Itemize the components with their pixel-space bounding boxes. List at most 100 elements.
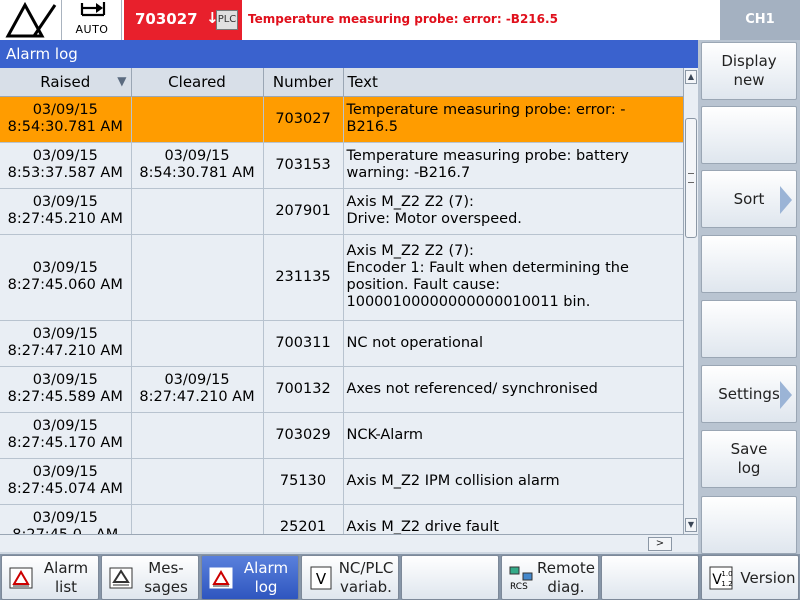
cell-text: Axes not referenced/ synchronised bbox=[343, 366, 683, 413]
cell-cleared bbox=[131, 504, 264, 534]
vertical-softkey-bar: Display new Sort Settings Save log bbox=[698, 40, 800, 554]
cell-number: 703153 bbox=[263, 142, 344, 189]
softkey-label: Alarm log bbox=[243, 559, 289, 596]
cell-raised: 03/09/15 8:27:45.589 AM bbox=[0, 366, 132, 413]
alarm-list-icon bbox=[8, 565, 34, 591]
softkey-save-log[interactable]: Save log bbox=[701, 430, 797, 488]
cell-raised: 03/09/15 8:27:45.074 AM bbox=[0, 458, 132, 505]
svg-text:V: V bbox=[316, 570, 327, 588]
cell-text: Axis M_Z2 drive fault bbox=[343, 504, 683, 534]
cell-text: NC not operational bbox=[343, 320, 683, 367]
cell-cleared bbox=[131, 188, 264, 235]
cell-number: 25201 bbox=[263, 504, 344, 534]
table-row[interactable]: 03/09/15 8:27:45.589 AM 03/09/15 8:27:47.21… bbox=[0, 366, 683, 413]
softkey-label: Save log bbox=[730, 440, 768, 477]
alarm-message: Temperature measuring probe: error: -B21… bbox=[248, 12, 558, 26]
scroll-thumb[interactable] bbox=[685, 118, 697, 238]
header-bar: AUTO 703027 ↓ PLC Temperature measuring … bbox=[0, 0, 800, 40]
softkey-display-new[interactable]: Display new bbox=[701, 42, 797, 100]
softkey-nc-plc-variab[interactable]: V NC/PLC variab. bbox=[301, 555, 399, 600]
cell-text: Temperature measuring probe: error: - B21… bbox=[343, 96, 683, 143]
softkey-empty-4[interactable] bbox=[701, 300, 797, 358]
cell-cleared: 03/09/15 8:27:47.210 AM bbox=[131, 366, 264, 413]
cell-cleared bbox=[131, 412, 264, 459]
cell-number: 700132 bbox=[263, 366, 344, 413]
svg-text:RCS: RCS bbox=[510, 582, 528, 591]
svg-text:1.2: 1.2 bbox=[721, 580, 732, 588]
scroll-down-icon[interactable]: ▼ bbox=[685, 518, 697, 532]
softkey-label: NC/PLC variab. bbox=[338, 559, 394, 596]
table-row[interactable]: 03/09/15 8:54:30.781 AM 703027 Temperature … bbox=[0, 96, 683, 143]
cell-cleared bbox=[131, 96, 264, 143]
mode-indicator: AUTO bbox=[62, 0, 122, 40]
cell-raised: 03/09/158:27:45.0.. AM bbox=[0, 504, 132, 534]
cell-number: 207901 bbox=[263, 188, 344, 235]
channel-indicator[interactable]: CH1 bbox=[720, 0, 800, 40]
table-row[interactable]: 03/09/15 8:27:45.074 AM 75130 Axis M_Z2 IPM… bbox=[0, 458, 683, 505]
variable-icon: V bbox=[308, 565, 334, 591]
cell-number: 75130 bbox=[263, 458, 344, 505]
horizontal-scrollbar[interactable]: > bbox=[0, 534, 698, 552]
alarm-log-icon bbox=[208, 565, 234, 591]
softkey-alarm-log[interactable]: Alarm log bbox=[201, 555, 299, 600]
svg-text:1.0: 1.0 bbox=[721, 570, 732, 578]
softkey-version[interactable]: V 1.0 1.2 Version bbox=[701, 555, 799, 600]
warning-triangle-icon bbox=[5, 1, 57, 38]
softkey-settings[interactable]: Settings bbox=[701, 365, 797, 423]
softkey-label: Remote diag. bbox=[537, 559, 595, 596]
softkey-label: Mes- sages bbox=[144, 559, 188, 596]
column-header-number[interactable]: Number bbox=[263, 68, 344, 97]
column-header-text[interactable]: Text bbox=[343, 68, 683, 97]
version-icon: V 1.0 1.2 bbox=[708, 565, 734, 591]
cell-raised: 03/09/15 8:27:45.210 AM bbox=[0, 188, 132, 235]
table-row[interactable]: 03/09/15 8:53:37.587 AM 03/09/15 8:54:30.78… bbox=[0, 142, 683, 189]
cell-raised: 03/09/15 8:27:45.060 AM bbox=[0, 234, 132, 321]
cell-text: Axis M_Z2 Z2 (7): Encoder 1: Fault when d… bbox=[343, 234, 683, 321]
column-header-raised[interactable]: Raised ▼ bbox=[0, 68, 132, 97]
alarm-log-rows: 03/09/15 8:54:30.781 AM 703027 Temperature … bbox=[0, 96, 683, 534]
remote-diag-icon: RCS bbox=[508, 565, 534, 592]
plc-badge: PLC bbox=[216, 10, 238, 30]
messages-icon bbox=[108, 565, 134, 591]
cell-number: 703027 bbox=[263, 96, 344, 143]
cell-cleared bbox=[131, 458, 264, 505]
submenu-arrow-icon bbox=[780, 381, 792, 409]
cell-number: 231135 bbox=[263, 234, 344, 321]
table-row[interactable]: 03/09/158:27:45.0.. AM 25201Axis M_Z2 dri… bbox=[0, 504, 683, 534]
softkey-empty-3[interactable] bbox=[701, 235, 797, 293]
softkey-label: Alarm list bbox=[43, 559, 89, 596]
table-row[interactable]: 03/09/15 8:27:45.170 AM 703029 NCK-Alarm bbox=[0, 412, 683, 459]
softkey-sort[interactable]: Sort bbox=[701, 170, 797, 228]
softkey-label: Sort bbox=[733, 189, 765, 208]
table-row[interactable]: 03/09/15 8:27:45.210 AM 207901 Axis M_Z2 Z2… bbox=[0, 188, 683, 235]
column-header-cleared[interactable]: Cleared bbox=[131, 68, 264, 97]
cell-number: 700311 bbox=[263, 320, 344, 367]
softkey-empty-7[interactable] bbox=[701, 496, 797, 554]
cell-cleared: 03/09/15 8:54:30.781 AM bbox=[131, 142, 264, 189]
active-alarm-indicator[interactable]: 703027 ↓ PLC bbox=[124, 0, 242, 40]
cell-text: Temperature measuring probe: battery warn… bbox=[343, 142, 683, 189]
softkey-alarm-list[interactable]: Alarm list bbox=[1, 555, 99, 600]
alarm-log-table: Raised ▼ Cleared Number Text 03/09/15 8:54… bbox=[0, 68, 683, 534]
scroll-right-icon[interactable]: > bbox=[648, 537, 672, 551]
panel-title: Alarm log bbox=[0, 40, 698, 68]
softkey-empty-6[interactable] bbox=[601, 555, 699, 600]
softkey-empty-4[interactable] bbox=[401, 555, 499, 600]
softkey-label: Settings bbox=[718, 384, 780, 403]
cell-raised: 03/09/15 8:54:30.781 AM bbox=[0, 96, 132, 143]
auto-mode-icon bbox=[80, 2, 106, 17]
table-row[interactable]: 03/09/15 8:27:45.060 AM 231135 Axis M_Z2 Z2… bbox=[0, 234, 683, 321]
vertical-scrollbar[interactable]: ▲ ▼ bbox=[683, 68, 698, 534]
softkey-label: Version bbox=[740, 569, 796, 587]
cell-raised: 03/09/15 8:27:47.210 AM bbox=[0, 320, 132, 367]
softkey-empty-1[interactable] bbox=[701, 106, 797, 164]
softkey-remote-diag[interactable]: RCS Remote diag. bbox=[501, 555, 599, 600]
cell-cleared bbox=[131, 234, 264, 321]
cell-text: Axis M_Z2 IPM collision alarm bbox=[343, 458, 683, 505]
softkey-mes-sages[interactable]: Mes- sages bbox=[101, 555, 199, 600]
cell-number: 703029 bbox=[263, 412, 344, 459]
cell-raised: 03/09/15 8:27:45.170 AM bbox=[0, 412, 132, 459]
table-row[interactable]: 03/09/15 8:27:47.210 AM 700311 NC not opera… bbox=[0, 320, 683, 367]
scroll-up-icon[interactable]: ▲ bbox=[685, 70, 697, 84]
cell-text: NCK-Alarm bbox=[343, 412, 683, 459]
